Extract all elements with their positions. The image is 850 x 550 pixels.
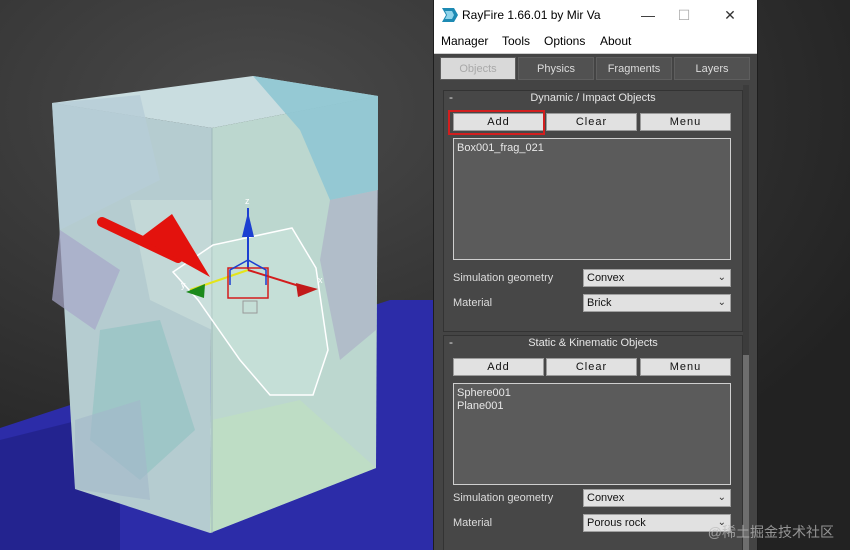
dynamic-sim-geometry-select[interactable]: Convex ⌄ [583,269,731,287]
static-clear-button[interactable]: Clear [546,358,637,376]
rayfire-logo-icon [442,8,458,22]
add-highlight-box [448,110,545,135]
select-value: Porous rock [587,517,646,529]
maximize-icon: ☐ [677,6,691,23]
rayfire-window: RayFire 1.66.01 by Mir Va — ☐ ✕ Manager … [433,0,758,550]
close-button[interactable]: ✕ [716,4,744,26]
x-axis-label: x [318,275,323,285]
static-rollout-title: Static & Kinematic Objects [528,337,658,349]
tab-fragments[interactable]: Fragments [596,57,672,80]
watermark-text: @稀土掘金技术社区 [707,524,834,540]
select-value: Brick [587,297,612,309]
tab-physics[interactable]: Physics [518,57,594,80]
tab-layers[interactable]: Layers [674,57,750,80]
z-axis-label: z [245,196,250,206]
static-objects-rollout: - Static & Kinematic Objects Add Clear M… [443,335,743,550]
material-label: Material [453,297,493,309]
chevron-down-icon: ⌄ [717,492,726,503]
list-item[interactable]: Box001_frag_021 [457,142,727,155]
y-axis-label: y [181,280,186,290]
scrollbar-thumb[interactable] [743,355,749,550]
dynamic-rollout-title: Dynamic / Impact Objects [530,92,656,104]
minimize-button[interactable]: — [634,4,662,26]
close-icon: ✕ [724,6,736,23]
list-item[interactable]: Sphere001 [457,387,727,400]
sim-geometry-label: Simulation geometry [453,492,554,504]
material-label: Material [453,517,493,529]
chevron-down-icon: ⌄ [717,297,726,308]
static-objects-list[interactable]: Sphere001 Plane001 [453,383,731,485]
maximize-button[interactable]: ☐ [670,4,698,26]
static-sim-geometry-select[interactable]: Convex ⌄ [583,489,731,507]
window-title: RayFire 1.66.01 by Mir Va [462,8,601,22]
static-menu-button[interactable]: Menu [640,358,731,376]
title-bar[interactable]: RayFire 1.66.01 by Mir Va — ☐ ✕ [434,0,757,31]
menu-about[interactable]: About [600,34,631,48]
select-value: Convex [587,492,625,504]
dynamic-objects-list[interactable]: Box001_frag_021 [453,138,731,260]
menu-bar: Manager Tools Options About [434,31,757,54]
sim-geometry-label: Simulation geometry [453,272,554,284]
dynamic-menu-button[interactable]: Menu [640,113,731,131]
dynamic-clear-button[interactable]: Clear [546,113,637,131]
list-item[interactable]: Plane001 [457,400,727,413]
menu-options[interactable]: Options [544,34,585,48]
tab-objects[interactable]: Objects [440,57,516,80]
dynamic-rollout-header[interactable]: - Dynamic / Impact Objects [444,90,742,106]
dynamic-objects-rollout: - Dynamic / Impact Objects Add Clear Men… [443,90,743,332]
static-add-button[interactable]: Add [453,358,544,376]
select-value: Convex [587,272,625,284]
chevron-down-icon: ⌄ [717,272,726,283]
static-rollout-header[interactable]: - Static & Kinematic Objects [444,335,742,351]
menu-tools[interactable]: Tools [502,34,530,48]
minimize-icon: — [641,7,655,23]
menu-manager[interactable]: Manager [441,34,488,48]
dynamic-material-select[interactable]: Brick ⌄ [583,294,731,312]
tab-strip: Objects Physics Fragments Layers [440,57,750,80]
